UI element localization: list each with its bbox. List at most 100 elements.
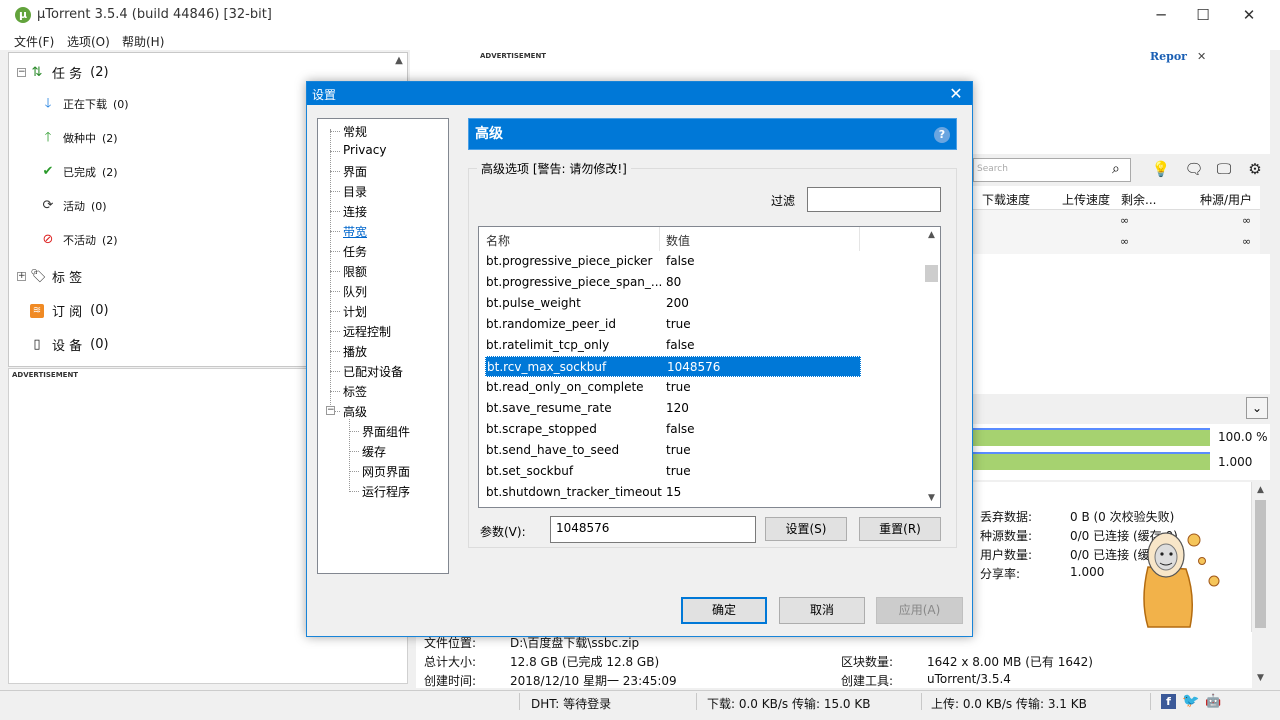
search-icon[interactable]: ⌕ [1112, 161, 1120, 177]
sidebar-feeds[interactable]: ≋ 订 阅 (0) [30, 301, 109, 320]
cancel-button[interactable]: 取消 [779, 597, 865, 624]
close-ad-icon[interactable]: ✕ [1197, 50, 1206, 63]
lightbulb-icon[interactable]: 💡 [1151, 160, 1171, 180]
sidebar-item-completed[interactable]: ✔ 已完成 (2) [41, 164, 118, 180]
column-divider[interactable] [859, 227, 860, 251]
setting-row[interactable]: bt.scrape_stopped false [479, 419, 924, 440]
utorrent-logo-icon: µ [15, 7, 31, 23]
apply-button[interactable]: 应用(A) [876, 597, 963, 624]
creator-label: 创建工具: [841, 674, 894, 688]
sidebar-labels[interactable]: + 🏷 标 签 [17, 267, 82, 286]
scroll-down-icon[interactable]: ▼ [1252, 670, 1269, 686]
tree-item-labels[interactable]: 标签 [343, 383, 367, 400]
chat-icon[interactable]: 🗨 [1184, 160, 1204, 180]
tree-branch-line [349, 431, 359, 432]
scroll-thumb[interactable] [1255, 500, 1266, 628]
collapse-icon[interactable]: − [17, 68, 26, 77]
tree-item-run-program[interactable]: 运行程序 [362, 483, 410, 500]
facebook-icon[interactable]: f [1161, 694, 1176, 709]
setting-row[interactable]: bt.shutdown_tracker_timeout 15 [479, 482, 924, 503]
sidebar-tasks-header[interactable]: − ⇅ 任 务 (2) [17, 63, 109, 82]
tree-item-limits[interactable]: 限额 [343, 263, 367, 280]
setting-row[interactable]: bt.ratelimit_tcp_only false [479, 335, 924, 356]
setting-row[interactable]: bt.progressive_piece_span_... 80 [479, 272, 924, 293]
tree-item-tasks[interactable]: 任务 [343, 243, 367, 260]
search-input[interactable]: Search ⌕ [973, 158, 1131, 182]
tree-item-privacy[interactable]: Privacy [343, 143, 386, 157]
reset-button[interactable]: 重置(R) [859, 517, 941, 541]
tree-item-general[interactable]: 常规 [343, 123, 367, 140]
gear-icon[interactable]: ⚙ [1245, 160, 1265, 180]
tree-item-web-ui[interactable]: 网页界面 [362, 463, 410, 480]
tree-item-directories[interactable]: 目录 [343, 183, 367, 200]
sidebar-scroll-up-icon[interactable]: ▲ [391, 55, 407, 71]
tree-item-connection[interactable]: 连接 [343, 203, 367, 220]
tree-item-playback[interactable]: 播放 [343, 343, 367, 360]
download-status[interactable]: 下载: 0.0 KB/s 传输: 15.0 KB [707, 695, 870, 712]
tree-item-advanced[interactable]: 高级 [343, 403, 367, 420]
column-divider[interactable] [659, 227, 660, 251]
tree-item-paired-devices[interactable]: 已配对设备 [343, 363, 403, 380]
selected-setting-row[interactable]: bt.rcv_max_sockbuf 1048576 [485, 356, 861, 377]
tree-item-queue[interactable]: 队列 [343, 283, 367, 300]
monitor-icon[interactable]: 🖵 [1214, 160, 1234, 180]
close-window-button[interactable]: ✕ [1226, 0, 1272, 30]
set-button[interactable]: 设置(S) [765, 517, 847, 541]
android-icon[interactable]: 🤖 [1205, 694, 1221, 709]
search-placeholder: Search [977, 164, 1008, 174]
setting-value: 15 [666, 485, 682, 499]
column-seeds-peers[interactable]: 种源/用户 [1200, 191, 1252, 208]
setting-value: true [666, 317, 691, 331]
menu-options[interactable]: 选项(O) [67, 33, 110, 50]
column-download-speed[interactable]: 下载速度 [982, 191, 1030, 208]
help-icon[interactable]: ? [934, 127, 950, 143]
expand-icon[interactable]: + [17, 272, 26, 281]
tree-item-cache[interactable]: 缓存 [362, 443, 386, 460]
tree-branch-line [349, 451, 359, 452]
advanced-options-title: 高级选项 [警告: 请勿修改!] [477, 160, 631, 177]
column-value[interactable]: 数值 [666, 232, 690, 249]
collapse-icon[interactable]: − [326, 406, 335, 415]
column-name[interactable]: 名称 [486, 232, 510, 249]
sidebar-item-downloading[interactable]: 🡓 正在下载 (0) [41, 96, 129, 112]
list-scrollbar[interactable]: ▲ ▼ [923, 227, 940, 507]
maximize-button[interactable]: ☐ [1180, 0, 1226, 30]
scroll-thumb[interactable] [925, 265, 938, 282]
filter-input[interactable] [807, 187, 941, 212]
sidebar-item-inactive[interactable]: ⊘ 不活动 (2) [41, 232, 118, 248]
menu-help[interactable]: 帮助(H) [122, 33, 164, 50]
upload-status[interactable]: 上传: 0.0 KB/s 传输: 3.1 KB [931, 695, 1087, 712]
info-scrollbar[interactable]: ▲ ▼ [1251, 482, 1268, 687]
tree-item-remote[interactable]: 远程控制 [343, 323, 391, 340]
seeds-label: 种源数量: [980, 529, 1033, 543]
ok-button[interactable]: 确定 [681, 597, 767, 624]
minimize-button[interactable]: ─ [1138, 0, 1184, 30]
column-remaining[interactable]: 剩余... [1121, 191, 1156, 208]
twitter-icon[interactable]: 🐦 [1182, 693, 1199, 710]
scroll-up-icon[interactable]: ▲ [1252, 482, 1269, 498]
setting-row[interactable]: bt.set_sockbuf true [479, 461, 924, 482]
sidebar-devices[interactable]: ▯ 设 备 (0) [30, 335, 108, 354]
menu-file[interactable]: 文件(F) [14, 33, 54, 50]
dialog-close-button[interactable]: ✕ [940, 82, 972, 105]
setting-row[interactable]: bt.progressive_piece_picker false [479, 251, 924, 272]
tree-branch-line [330, 211, 340, 212]
setting-row[interactable]: bt.read_only_on_complete true [479, 377, 924, 398]
tree-item-ui-extras[interactable]: 界面组件 [362, 423, 410, 440]
tree-item-bandwidth[interactable]: 带宽 [343, 223, 367, 240]
setting-row[interactable]: bt.pulse_weight 200 [479, 293, 924, 314]
column-upload-speed[interactable]: 上传速度 [1062, 191, 1110, 208]
detail-toggle-button[interactable]: ⌄ [1246, 397, 1268, 419]
scroll-down-icon[interactable]: ▼ [923, 490, 940, 507]
sidebar-item-active[interactable]: ⟳ 活动 (0) [41, 198, 107, 214]
tree-branch-line [330, 191, 340, 192]
tree-item-scheduler[interactable]: 计划 [343, 303, 367, 320]
setting-row[interactable]: bt.save_resume_rate 120 [479, 398, 924, 419]
setting-row[interactable]: bt.randomize_peer_id true [479, 314, 924, 335]
report-link[interactable]: Repor [1150, 50, 1187, 63]
param-value-input[interactable]: 1048576 [550, 516, 756, 543]
scroll-up-icon[interactable]: ▲ [923, 227, 940, 244]
setting-row[interactable]: bt.send_have_to_seed true [479, 440, 924, 461]
sidebar-item-seeding[interactable]: 🡑 做种中 (2) [41, 130, 118, 146]
tree-item-ui[interactable]: 界面 [343, 163, 367, 180]
